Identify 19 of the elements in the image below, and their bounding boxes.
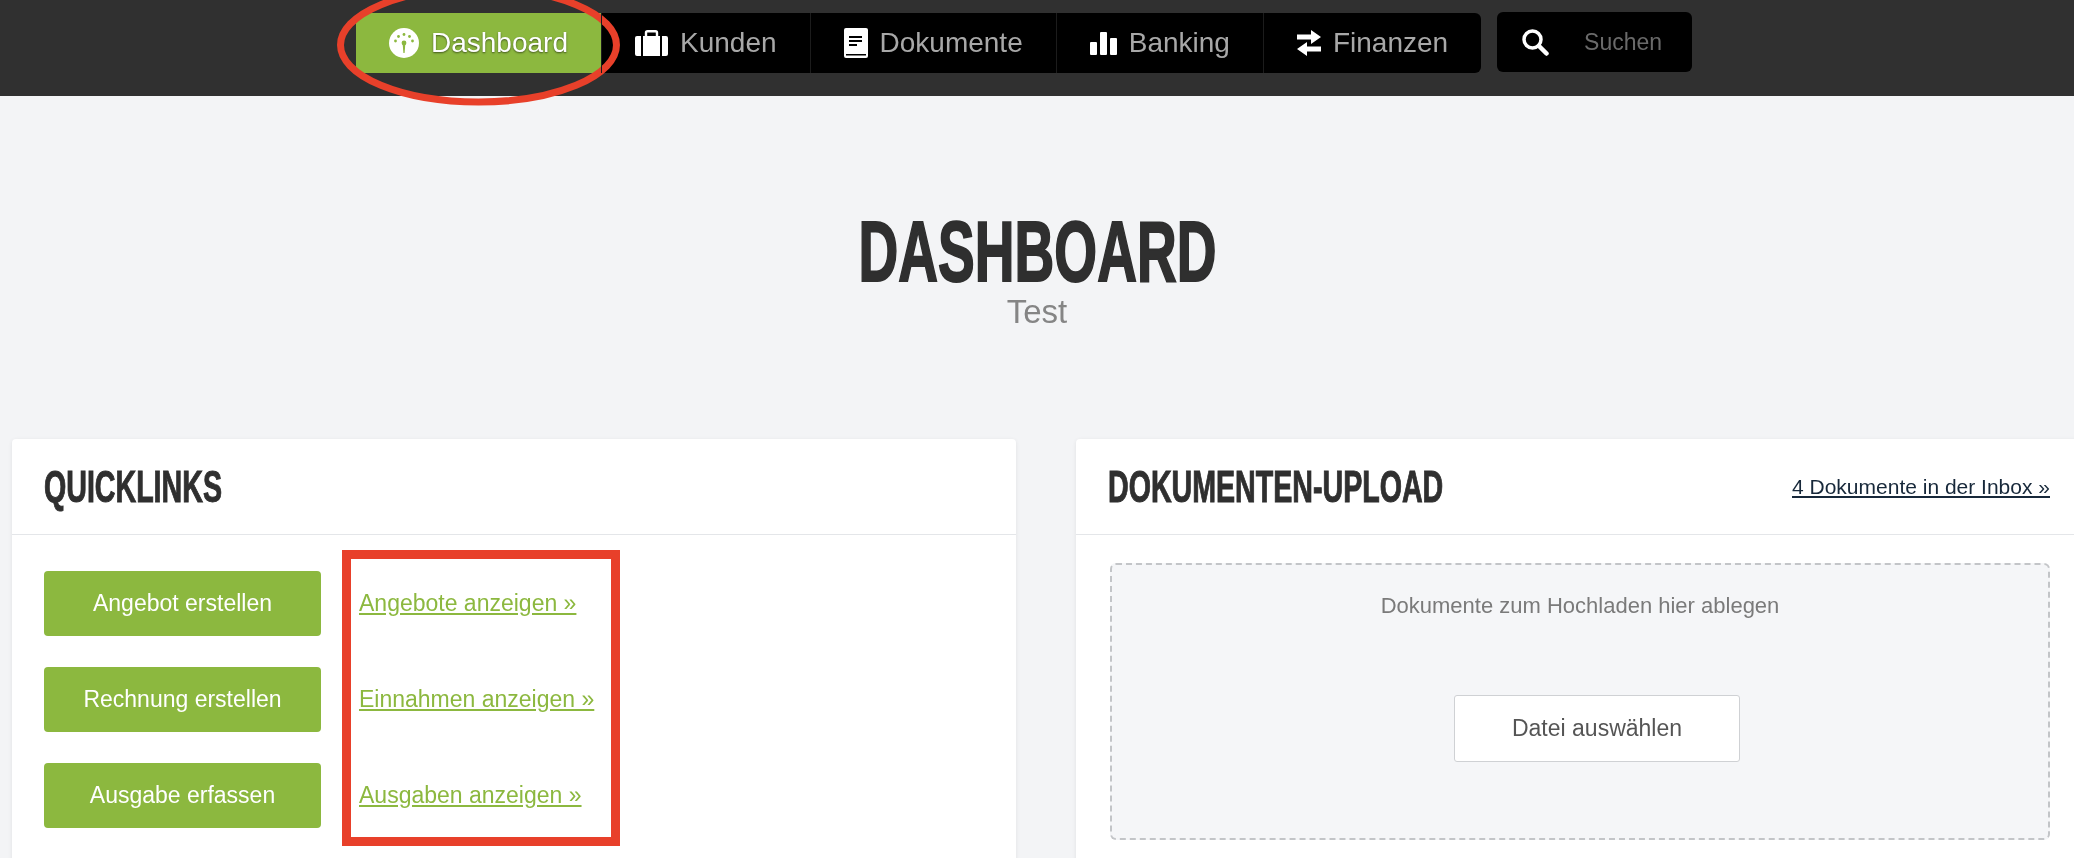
- nav-tab[interactable]: Kunden: [602, 13, 810, 73]
- inbox-link[interactable]: 4 Dokumente in der Inbox »: [1792, 474, 2050, 500]
- gauge-icon: [389, 28, 419, 58]
- drop-hint: Dokumente zum Hochladen hier ablegen: [1380, 592, 1780, 620]
- page-title: DASHBOARD: [858, 208, 1216, 294]
- upload-drop-zone[interactable]: Dokumente zum Hochladen hier ablegen Datei auswählen: [1110, 563, 2050, 840]
- file-select-button[interactable]: Datei auswählen: [1454, 695, 1740, 762]
- briefcase-icon: [635, 30, 668, 56]
- swap-arrows-icon: [1296, 30, 1321, 56]
- document-icon: [843, 28, 868, 58]
- search-icon: [1522, 28, 1550, 56]
- nav-tab[interactable]: Finanzen: [1263, 13, 1482, 73]
- nav-tab[interactable]: Dokumente: [810, 13, 1056, 73]
- page-subtitle: Test: [1006, 295, 1068, 328]
- bar-chart-icon: [1089, 31, 1117, 55]
- card-title: DOKUMENTEN-UPLOAD: [1108, 465, 1444, 509]
- card-title: QUICKLINKS: [44, 465, 222, 509]
- search-field[interactable]: Suchen: [1584, 28, 1685, 56]
- nav-tab[interactable]: Banking: [1056, 13, 1263, 73]
